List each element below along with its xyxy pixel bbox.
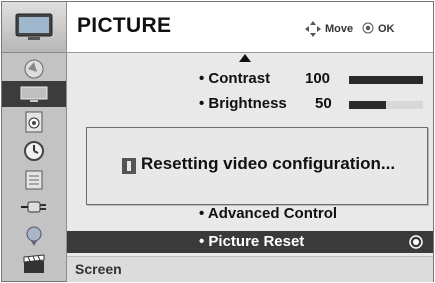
menu-item-contrast[interactable]: • Contrast 100 [67,68,433,90]
contrast-slider-fill [349,76,423,84]
contrast-label: • Contrast [199,70,271,87]
brightness-slider[interactable] [349,101,423,109]
sidebar-header [2,2,66,53]
sidebar-item-option[interactable] [7,169,61,191]
navigation-arrows-icon [305,21,321,37]
picture-icon [20,86,48,102]
picture-reset-label: • Picture Reset [199,233,305,250]
sidebar-item-setup[interactable] [7,58,61,80]
sidebar-item-input[interactable] [7,196,61,218]
input-icon [21,201,46,213]
tv-icon [15,13,53,40]
menu-item-picture-reset[interactable]: • Picture Reset [67,231,433,253]
setup-icon [24,59,44,79]
dialog-message: Resetting video configuration... [141,154,396,173]
usb-icon [26,226,42,246]
contrast-slider[interactable] [349,76,423,84]
brightness-slider-fill [349,101,386,109]
menu-header: PICTURE Move OK [67,2,433,53]
category-sidebar [2,2,67,281]
menu-item-advanced-control[interactable]: • Advanced Control [67,203,433,225]
scroll-up-arrow-icon[interactable] [239,54,251,62]
ok-hint-label: OK [378,23,395,35]
footer-label: Screen [75,261,122,277]
movie-icon [23,254,45,273]
contrast-value: 100 [305,70,331,87]
sidebar-item-usb[interactable] [7,225,61,247]
advanced-control-label: • Advanced Control [199,205,338,222]
audio-icon [25,111,43,133]
sidebar-item-audio[interactable] [7,111,61,133]
ok-button-icon [362,22,374,34]
sidebar-item-movie[interactable] [7,253,61,275]
reset-progress-dialog: Resetting video configuration... [86,127,428,205]
menu-item-brightness[interactable]: • Brightness 50 [67,93,433,115]
option-icon [25,170,43,190]
time-icon [24,141,44,161]
brightness-value: 50 [315,95,332,112]
sidebar-item-picture[interactable] [2,81,66,107]
page-title: PICTURE [77,14,172,37]
sidebar-item-time[interactable] [7,140,61,162]
picture-menu-window: PICTURE Move OK • Contrast 100 • Brightn… [1,1,434,282]
ok-button-icon [409,235,423,249]
screen-footer: Screen [67,256,433,282]
move-hint-label: Move [325,23,354,35]
info-icon [122,158,136,174]
brightness-label: • Brightness [199,95,287,112]
